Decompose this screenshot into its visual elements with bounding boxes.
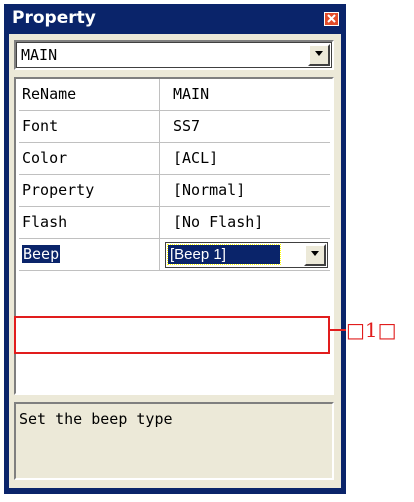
- description-panel: Set the beep type: [14, 402, 334, 480]
- property-name: Property: [22, 181, 95, 199]
- property-row-flash[interactable]: Flash [No Flash]: [19, 207, 330, 239]
- property-name-selected: Beep: [22, 245, 61, 263]
- property-row-color[interactable]: Color [ACL]: [19, 143, 330, 175]
- column-divider: [159, 239, 160, 270]
- property-window: Property MAIN ReName MAIN Font SS7 Color…: [4, 4, 346, 494]
- object-selector-combo[interactable]: MAIN: [14, 40, 334, 70]
- window-title: Property: [12, 8, 96, 28]
- property-row-property[interactable]: Property [Normal]: [19, 175, 330, 207]
- chevron-down-icon: [315, 51, 323, 56]
- property-row-rename[interactable]: ReName MAIN: [19, 79, 330, 111]
- beep-label: Beep: [22, 245, 61, 263]
- property-value: [No Flash]: [173, 213, 264, 231]
- property-name: ReName: [22, 85, 77, 103]
- annotation-highlight-box: [14, 316, 330, 354]
- close-button[interactable]: [324, 12, 339, 26]
- property-name: Color: [22, 149, 68, 167]
- object-selector-dropdown-button[interactable]: [308, 44, 330, 66]
- column-divider: [159, 111, 160, 142]
- property-value: MAIN: [173, 85, 210, 103]
- column-divider: [159, 143, 160, 174]
- close-icon: [327, 14, 336, 23]
- property-value: [Normal]: [173, 181, 246, 199]
- annotation-callout-label: □1□: [346, 318, 397, 342]
- column-divider: [159, 79, 160, 110]
- property-name: Font: [22, 117, 59, 135]
- property-name: Flash: [22, 213, 68, 231]
- title-bar[interactable]: Property: [4, 4, 346, 34]
- window-client: MAIN ReName MAIN Font SS7 Color [ACL] Pr…: [9, 34, 341, 488]
- beep-type-dropdown-button[interactable]: [304, 244, 326, 266]
- description-text: Set the beep type: [19, 410, 173, 428]
- object-selector-value: MAIN: [21, 46, 58, 64]
- column-divider: [159, 207, 160, 238]
- property-row-font[interactable]: Font SS7: [19, 111, 330, 143]
- property-value: [ACL]: [173, 149, 219, 167]
- property-row-beep[interactable]: Beep [Beep 1]: [19, 239, 330, 271]
- column-divider: [159, 175, 160, 206]
- annotation-callout-line: [330, 329, 346, 331]
- beep-type-combo[interactable]: [Beep 1]: [165, 242, 328, 268]
- beep-type-value: [Beep 1]: [167, 244, 281, 265]
- property-value: SS7: [173, 117, 201, 135]
- chevron-down-icon: [311, 251, 319, 256]
